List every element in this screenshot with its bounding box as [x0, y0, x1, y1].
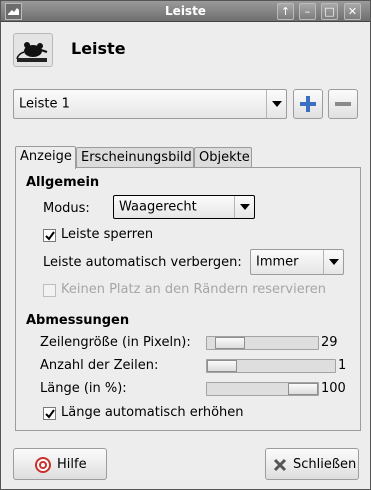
- row-size-label: Zeilengröße (in Pixeln):: [40, 335, 191, 350]
- panel-select-value: Leiste 1: [19, 96, 70, 112]
- close-button-label: Schließen: [293, 457, 357, 472]
- add-panel-button[interactable]: [293, 89, 323, 119]
- tab-anzeige-label: Anzeige: [20, 149, 72, 164]
- autohide-select-value: Immer: [256, 254, 299, 270]
- tab-objekte-label: Objekte: [199, 150, 250, 165]
- mode-select[interactable]: Waagerecht: [113, 195, 255, 219]
- section-general-heading: Allgemein: [26, 175, 100, 190]
- help-lifebuoy-icon: [35, 457, 51, 473]
- panel-select[interactable]: Leiste 1: [13, 89, 287, 119]
- lock-panel-label: Leiste sperren: [61, 227, 154, 242]
- row-count-label: Anzahl der Zeilen:: [40, 358, 159, 373]
- chevron-down-icon: [234, 196, 254, 218]
- checkmark-icon: [45, 409, 55, 419]
- row-size-value: 29: [321, 335, 338, 350]
- close-button[interactable]: Schließen: [265, 448, 359, 480]
- help-button[interactable]: Hilfe: [13, 448, 107, 480]
- remove-panel-button[interactable]: [328, 89, 358, 119]
- row-count-value: 1: [338, 358, 347, 373]
- lock-panel-checkbox[interactable]: [43, 229, 56, 242]
- tab-anzeige[interactable]: Anzeige: [15, 146, 76, 169]
- auto-length-checkbox[interactable]: [43, 407, 56, 420]
- reserve-space-label: Keinen Platz an den Rändern reservieren: [61, 282, 326, 297]
- section-dimensions-heading: Abmessungen: [26, 313, 130, 328]
- plus-icon: [300, 96, 316, 112]
- dialog-heading: Leiste: [71, 39, 126, 58]
- row-size-slider-handle[interactable]: [215, 337, 245, 349]
- preferences-window: Leiste ↑ – □ ✕ Leiste Leiste 1 Anzeige E…: [0, 0, 371, 490]
- tab-panel-anzeige: Allgemein Modus: Waagerecht Leiste sperr…: [15, 167, 361, 431]
- tab-bar: Anzeige Erscheinungsbild Objekte: [15, 146, 355, 169]
- help-button-label: Hilfe: [57, 457, 87, 472]
- checkmark-icon: [45, 231, 55, 241]
- autohide-select[interactable]: Immer: [250, 249, 344, 275]
- length-slider[interactable]: [206, 382, 319, 396]
- mode-select-value: Waagerecht: [119, 199, 197, 215]
- row-count-slider[interactable]: [206, 359, 336, 373]
- row-size-slider[interactable]: [206, 336, 319, 350]
- row-count-slider-handle[interactable]: [207, 360, 237, 372]
- maximize-button[interactable]: □: [321, 3, 338, 20]
- length-value: 100: [321, 381, 346, 396]
- chevron-down-icon: [266, 90, 286, 118]
- raise-arrow-icon[interactable]: ↑: [277, 3, 294, 20]
- length-label: Länge (in %):: [40, 381, 127, 396]
- minimize-button[interactable]: –: [299, 3, 316, 20]
- tab-erscheinungsbild-label: Erscheinungsbild: [81, 150, 192, 165]
- length-slider-handle[interactable]: [288, 383, 318, 395]
- auto-length-label: Länge automatisch erhöhen: [61, 405, 244, 420]
- close-window-button[interactable]: ✕: [344, 3, 361, 20]
- dialog-header: Leiste: [13, 33, 353, 67]
- chevron-down-icon: [323, 250, 343, 274]
- reserve-space-checkbox[interactable]: [43, 284, 56, 297]
- minus-icon: [335, 102, 351, 106]
- autohide-label: Leiste automatisch verbergen:: [43, 255, 242, 270]
- tab-erscheinungsbild[interactable]: Erscheinungsbild: [76, 147, 194, 168]
- panel-mouse-icon: [13, 33, 53, 67]
- title-bar[interactable]: Leiste ↑ – □ ✕: [1, 1, 370, 22]
- tab-objekte[interactable]: Objekte: [194, 147, 252, 168]
- close-icon: [273, 458, 287, 472]
- mode-label: Modus:: [43, 201, 90, 216]
